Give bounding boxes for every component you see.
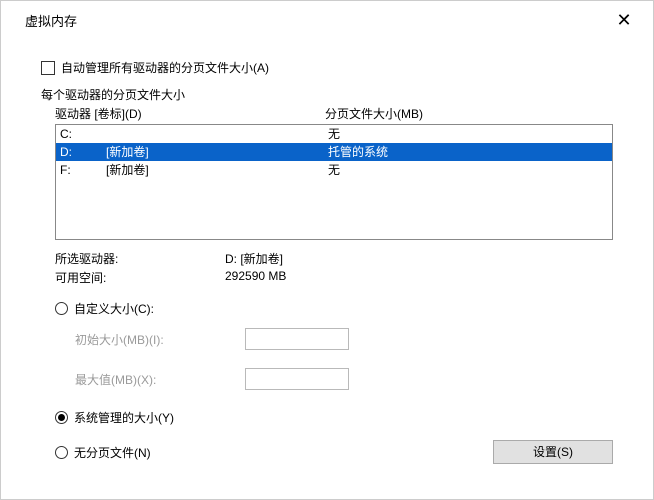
available-space-row: 可用空间: 292590 MB xyxy=(55,269,613,286)
initial-size-label: 初始大小(MB)(I): xyxy=(75,331,245,348)
selected-drive-value: D: [新加卷] xyxy=(225,250,283,267)
custom-size-radio[interactable] xyxy=(55,302,68,315)
drive-label: [新加卷] xyxy=(106,162,328,178)
system-managed-radio[interactable] xyxy=(55,411,68,424)
max-size-input[interactable] xyxy=(245,368,349,390)
max-size-label: 最大值(MB)(X): xyxy=(75,371,245,388)
drive-list[interactable]: C: 无 D: [新加卷] 托管的系统 F: [新加卷] 无 xyxy=(55,124,613,240)
drive-pagefile: 托管的系统 xyxy=(328,144,608,160)
virtual-memory-dialog: 虚拟内存 ✕ 自动管理所有驱动器的分页文件大小(A) 每个驱动器的分页文件大小 … xyxy=(0,0,654,500)
drive-label xyxy=(106,126,328,142)
system-managed-radio-row[interactable]: 系统管理的大小(Y) xyxy=(55,409,613,426)
max-size-row: 最大值(MB)(X): xyxy=(75,367,613,391)
drive-letter: F: xyxy=(60,162,106,178)
initial-size-input[interactable] xyxy=(245,328,349,350)
drive-letter: D: xyxy=(60,144,106,160)
header-pagefile: 分页文件大小(MB) xyxy=(325,105,613,122)
auto-manage-label: 自动管理所有驱动器的分页文件大小(A) xyxy=(61,59,269,76)
dialog-body: 自动管理所有驱动器的分页文件大小(A) 每个驱动器的分页文件大小 驱动器 [卷标… xyxy=(1,39,653,464)
available-space-value: 292590 MB xyxy=(225,269,286,286)
selected-drive-label: 所选驱动器: xyxy=(55,250,225,267)
custom-size-label: 自定义大小(C): xyxy=(74,300,154,317)
set-button[interactable]: 设置(S) xyxy=(493,440,613,464)
no-paging-radio-row[interactable]: 无分页文件(N) xyxy=(55,444,493,461)
auto-manage-checkbox[interactable] xyxy=(41,61,55,75)
drive-pagefile: 无 xyxy=(328,126,608,142)
selected-drive-row: 所选驱动器: D: [新加卷] xyxy=(55,250,613,267)
header-drive: 驱动器 [卷标](D) xyxy=(55,105,325,122)
drive-label: [新加卷] xyxy=(106,144,328,160)
no-paging-radio[interactable] xyxy=(55,446,68,459)
dialog-title: 虚拟内存 xyxy=(25,11,77,30)
close-button[interactable]: ✕ xyxy=(609,10,639,31)
drive-pagefile: 无 xyxy=(328,162,608,178)
drive-row[interactable]: D: [新加卷] 托管的系统 xyxy=(56,143,612,161)
drive-letter: C: xyxy=(60,126,106,142)
initial-size-row: 初始大小(MB)(I): xyxy=(75,327,613,351)
titlebar: 虚拟内存 ✕ xyxy=(1,1,653,39)
available-space-label: 可用空间: xyxy=(55,269,225,286)
no-paging-label: 无分页文件(N) xyxy=(74,444,151,461)
section-label: 每个驱动器的分页文件大小 xyxy=(41,86,613,103)
drive-row[interactable]: C: 无 xyxy=(56,125,612,143)
custom-size-radio-row[interactable]: 自定义大小(C): xyxy=(55,300,613,317)
system-managed-label: 系统管理的大小(Y) xyxy=(74,409,174,426)
drive-row[interactable]: F: [新加卷] 无 xyxy=(56,161,612,179)
no-paging-row: 无分页文件(N) 设置(S) xyxy=(55,440,613,464)
drive-list-headers: 驱动器 [卷标](D) 分页文件大小(MB) xyxy=(55,105,613,122)
auto-manage-checkbox-row[interactable]: 自动管理所有驱动器的分页文件大小(A) xyxy=(41,59,613,76)
